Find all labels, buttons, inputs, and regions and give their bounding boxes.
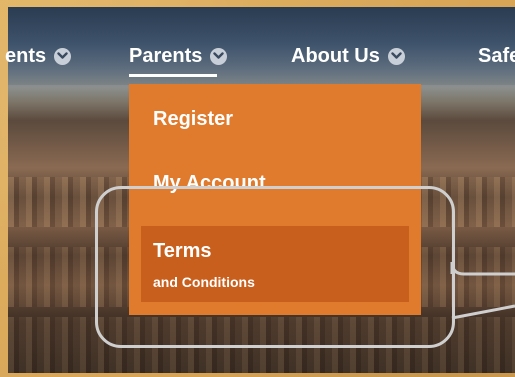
nav-item-about-us[interactable]: About Us xyxy=(291,41,405,71)
nav-item-label: Safe xyxy=(478,44,515,67)
chevron-down-icon xyxy=(54,47,72,65)
parents-dropdown-menu: Register My Account Terms and Conditions xyxy=(129,84,421,315)
nav-item-safety[interactable]: Safe xyxy=(478,41,515,71)
nav-item-events[interactable]: ents xyxy=(5,41,72,71)
active-nav-underline xyxy=(129,74,217,77)
main-navigation: ents Parents About Us Safe xyxy=(5,7,515,85)
menu-item-register[interactable]: Register xyxy=(153,108,233,131)
menu-item-terms-title: Terms xyxy=(153,240,212,262)
nav-item-parents[interactable]: Parents xyxy=(129,41,228,71)
nav-item-label: ents xyxy=(5,44,47,67)
chevron-down-icon xyxy=(210,47,228,65)
menu-item-terms-and-conditions[interactable]: Terms and Conditions xyxy=(141,226,409,302)
canyon-hoodoos-layer xyxy=(8,317,515,373)
menu-item-terms-subtitle: and Conditions xyxy=(153,274,255,290)
chevron-down-icon xyxy=(387,47,405,65)
menu-item-my-account[interactable]: My Account xyxy=(153,172,266,195)
nav-item-label: About Us xyxy=(291,44,380,67)
nav-item-label: Parents xyxy=(129,44,203,67)
